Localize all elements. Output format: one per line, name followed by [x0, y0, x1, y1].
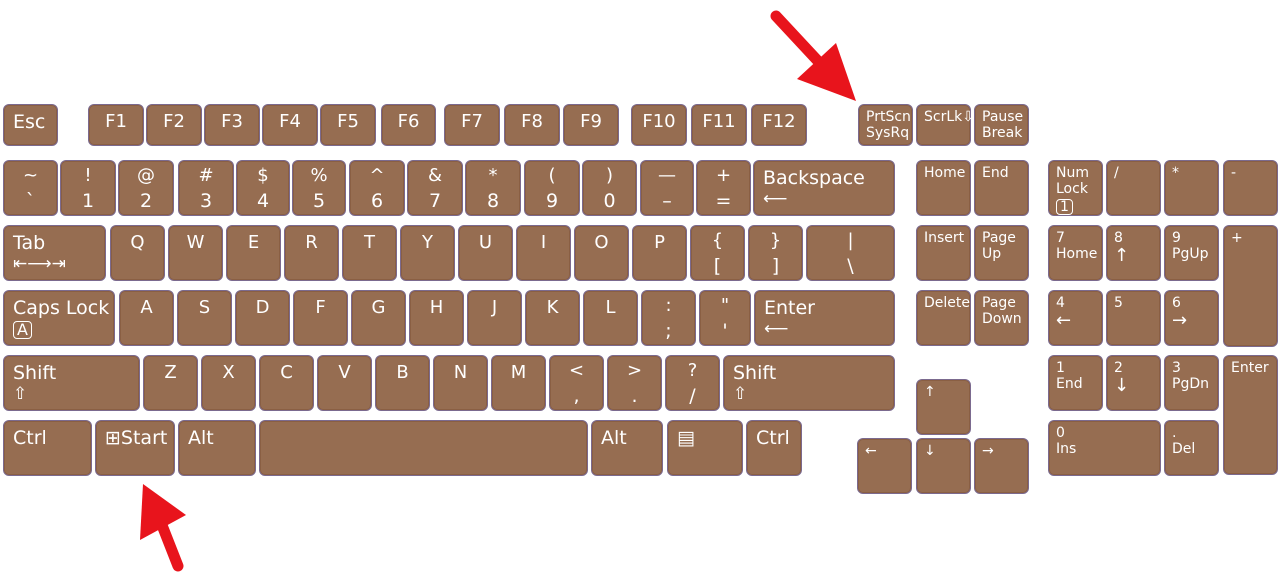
arrow-to-printscreen — [770, 10, 856, 101]
arrow-to-start — [140, 484, 186, 572]
annotation-arrows — [140, 10, 856, 572]
